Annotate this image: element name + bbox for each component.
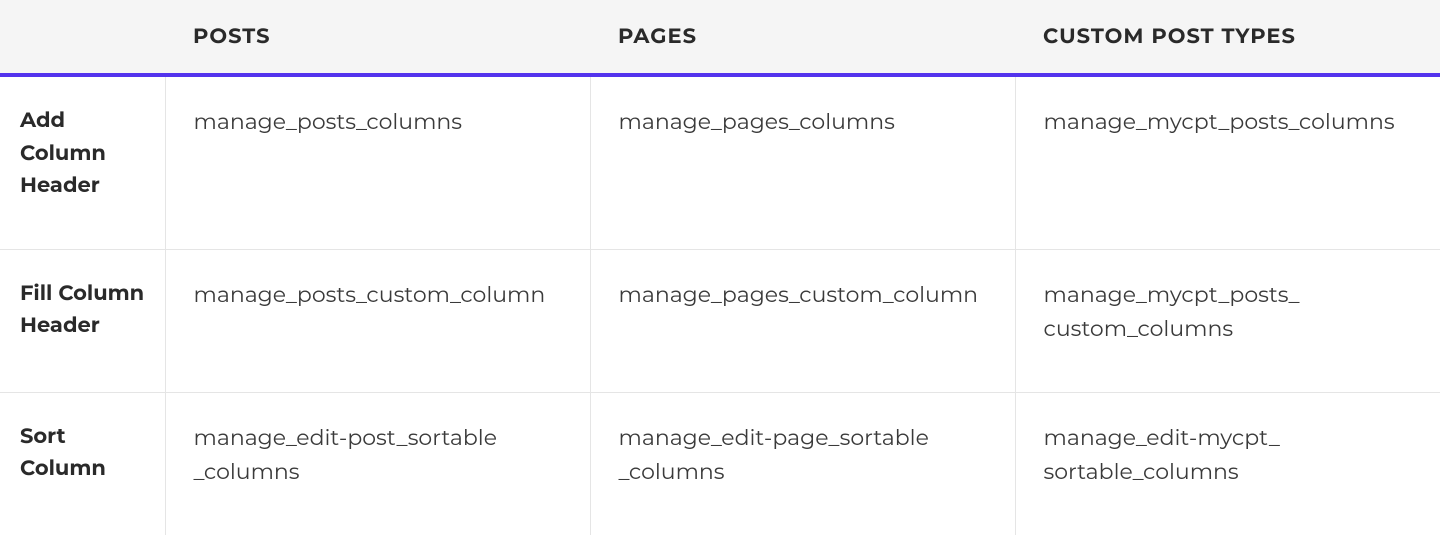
cell-pages: manage_pages_custom_​column <box>590 249 1015 392</box>
cell-posts: manage_posts_custom_​column <box>165 249 590 392</box>
header-blank <box>0 0 165 75</box>
table-row: Fill Column Header manage_posts_custom_​… <box>0 249 1440 392</box>
cell-cpt: manage_mycpt_posts_​columns <box>1015 75 1440 249</box>
row-label: Add Column Header <box>0 75 165 249</box>
table-row: Add Column Header manage_posts_columns m… <box>0 75 1440 249</box>
header-cpt: CUSTOM POST TYPES <box>1015 0 1440 75</box>
hooks-table: POSTS PAGES CUSTOM POST TYPES Add Column… <box>0 0 1440 535</box>
cell-pages: manage_edit-page_sortable​_columns <box>590 392 1015 535</box>
cell-cpt: manage_mycpt_posts_​custom_columns <box>1015 249 1440 392</box>
row-label: Fill Column Header <box>0 249 165 392</box>
cell-posts: manage_edit-post_sortable​_columns <box>165 392 590 535</box>
cell-posts: manage_posts_columns <box>165 75 590 249</box>
cell-cpt: manage_edit-mycpt_​sortable_columns <box>1015 392 1440 535</box>
cell-pages: manage_pages_columns <box>590 75 1015 249</box>
header-pages: PAGES <box>590 0 1015 75</box>
row-label: Sort Column <box>0 392 165 535</box>
table-header-row: POSTS PAGES CUSTOM POST TYPES <box>0 0 1440 75</box>
header-posts: POSTS <box>165 0 590 75</box>
table-row: Sort Column manage_edit-post_sortable​_c… <box>0 392 1440 535</box>
